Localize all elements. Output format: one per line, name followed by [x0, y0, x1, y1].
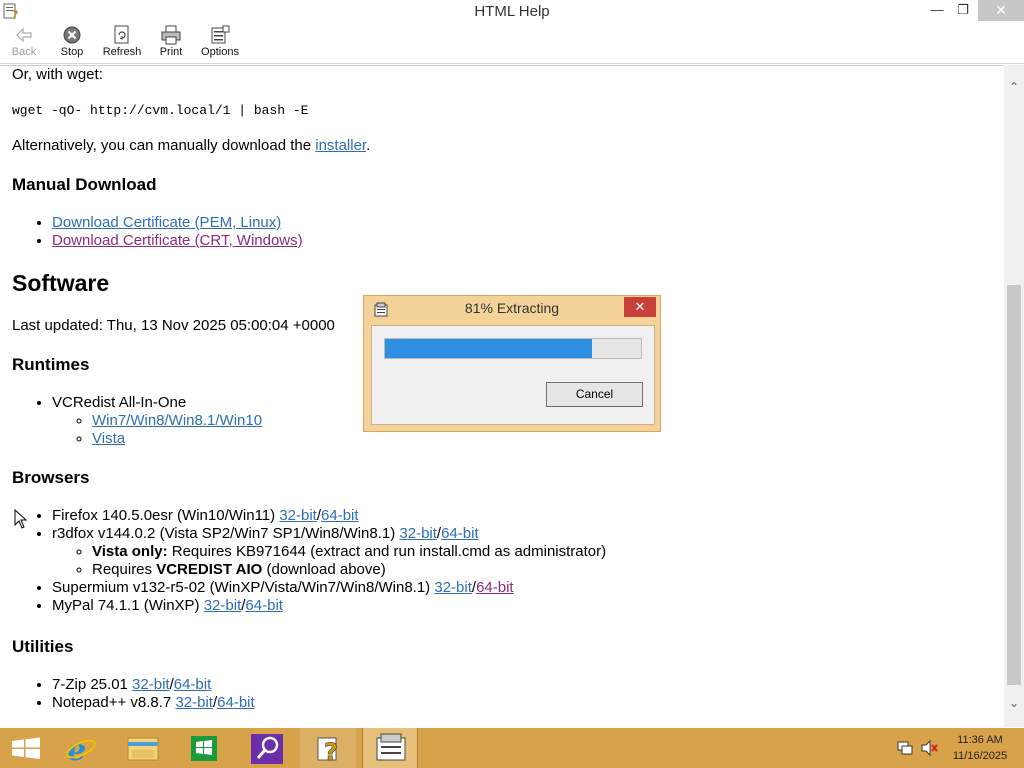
r3dfox-notes-sublist: Vista only: Requires KB971644 (extract a… [92, 543, 606, 579]
list-item: Download Certificate (CRT, Windows) [52, 232, 303, 250]
notepadpp-32bit-link[interactable]: 32-bit [175, 694, 213, 711]
last-updated-text: Last updated: Thu, 13 Nov 2025 05:00:04 … [12, 317, 335, 334]
utilities-list: 7-Zip 25.01 32-bit/64-bit Notepad++ v8.8… [52, 676, 255, 712]
windows-logo-icon [12, 737, 40, 759]
taskbar-search[interactable] [239, 728, 295, 768]
runtimes-heading: Runtimes [12, 355, 90, 374]
supermium-64bit-link[interactable]: 64-bit [476, 579, 514, 596]
download-cert-pem-link[interactable]: Download Certificate (PEM, Linux) [52, 214, 281, 231]
clock-date: 11/16/2025 [952, 750, 1008, 762]
volume-muted-icon [921, 739, 938, 757]
browsers-heading: Browsers [12, 468, 90, 487]
scrollbar-thumb[interactable] [1007, 285, 1021, 685]
taskbar-store[interactable] [176, 728, 232, 768]
internet-explorer-icon: e [66, 733, 96, 768]
taskbar: e ? 11:36 AM 11/16/2025 [0, 728, 1024, 768]
title-bar: ? HTML Help — ❐ ✕ [0, 0, 1024, 22]
refresh-button[interactable]: Refresh [100, 25, 144, 63]
taskbar-internet-explorer[interactable]: e [52, 728, 108, 768]
minimize-button[interactable]: — [924, 0, 950, 21]
print-button[interactable]: Print [154, 25, 188, 63]
system-clock[interactable]: 11:36 AM 11/16/2025 [944, 732, 1016, 764]
list-item: Firefox 140.5.0esr (Win10/Win11) 32-bit/… [52, 507, 606, 525]
vertical-scrollbar[interactable]: ⌃ ⌄ [1004, 65, 1024, 727]
sevenzip-32bit-link[interactable]: 32-bit [132, 676, 170, 693]
mypal-64bit-link[interactable]: 64-bit [245, 597, 283, 614]
search-icon [251, 734, 283, 764]
list-item: r3dfox v144.0.2 (Vista SP2/Win7 SP1/Win8… [52, 525, 606, 579]
extract-progress-bar [384, 338, 642, 359]
list-item: Vista [92, 430, 262, 448]
printer-icon [161, 25, 181, 45]
volume-tray-icon[interactable] [920, 728, 940, 768]
dialog-title: 81% Extracting [464, 300, 560, 316]
wget-command: wget -qO- http://cvm.local/1 | bash -E [12, 103, 309, 118]
help-question-icon: ? [317, 737, 338, 766]
taskbar-extractor[interactable] [362, 728, 418, 768]
store-icon [191, 736, 217, 761]
close-button[interactable]: ✕ [978, 0, 1024, 21]
notepadpp-64bit-link[interactable]: 64-bit [217, 694, 255, 711]
clock-time: 11:36 AM [957, 734, 1003, 746]
extracting-dialog: 81% Extracting ✕ Cancel [363, 295, 661, 432]
r3dfox-32bit-link[interactable]: 32-bit [399, 525, 437, 542]
alternative-paragraph: Alternatively, you can manually download… [12, 137, 371, 154]
mouse-cursor-icon [14, 509, 28, 529]
vcredist-win-link[interactable]: Win7/Win8/Win8.1/Win10 [92, 412, 262, 429]
firefox-32bit-link[interactable]: 32-bit [279, 507, 317, 524]
list-item: MyPal 74.1.1 (WinXP) 32-bit/64-bit [52, 597, 606, 615]
dialog-body: Cancel [371, 325, 655, 425]
svg-text:?: ? [324, 738, 338, 766]
runtimes-list: VCRedist All-In-One Win7/Win8/Win8.1/Win… [52, 394, 262, 448]
manual-download-heading: Manual Download [12, 175, 157, 194]
software-heading: Software [12, 270, 110, 296]
network-icon [897, 741, 913, 755]
start-button[interactable] [0, 728, 56, 768]
taskbar-file-explorer[interactable] [115, 728, 171, 768]
firefox-64bit-link[interactable]: 64-bit [321, 507, 359, 524]
scroll-up-icon[interactable]: ⌃ [1004, 77, 1024, 97]
options-button[interactable]: Options [198, 25, 242, 63]
dialog-close-button[interactable]: ✕ [624, 297, 656, 317]
mypal-32bit-link[interactable]: 32-bit [204, 597, 242, 614]
list-item: Notepad++ v8.8.7 32-bit/64-bit [52, 694, 255, 712]
supermium-32bit-link[interactable]: 32-bit [434, 579, 472, 596]
utilities-heading: Utilities [12, 637, 74, 656]
cancel-button[interactable]: Cancel [546, 382, 643, 407]
extractor-icon [376, 733, 406, 761]
list-item: Vista only: Requires KB971644 (extract a… [92, 543, 606, 561]
installer-link[interactable]: installer [315, 137, 366, 154]
list-item: Requires VCREDIST AIO (download above) [92, 561, 606, 579]
list-item: Download Certificate (PEM, Linux) [52, 214, 303, 232]
back-button[interactable]: Back [6, 25, 42, 63]
restore-button[interactable]: ❐ [950, 0, 976, 21]
folder-icon [127, 737, 159, 761]
list-item: 7-Zip 25.01 32-bit/64-bit [52, 676, 255, 694]
certificate-list: Download Certificate (PEM, Linux) Downlo… [52, 214, 303, 250]
scroll-down-icon[interactable]: ⌄ [1004, 693, 1024, 713]
list-item: Win7/Win8/Win8.1/Win10 [92, 412, 262, 430]
vcredist-vista-link[interactable]: Vista [92, 430, 125, 447]
download-cert-crt-link[interactable]: Download Certificate (CRT, Windows) [52, 232, 303, 249]
options-icon [211, 25, 230, 44]
taskbar-html-help[interactable]: ? [300, 728, 356, 768]
stop-icon [63, 26, 81, 44]
window-title: HTML Help [474, 3, 550, 20]
network-tray-icon[interactable] [896, 728, 916, 768]
list-item: Supermium v132-r5-02 (WinXP/Vista/Win7/W… [52, 579, 606, 597]
sevenzip-64bit-link[interactable]: 64-bit [174, 676, 212, 693]
stop-button[interactable]: Stop [54, 25, 90, 63]
toolbar: Back Stop Refresh Print Options [0, 22, 1024, 64]
wget-intro-text: Or, with wget: [12, 66, 103, 83]
progress-fill [385, 339, 593, 358]
refresh-icon [114, 25, 129, 44]
back-arrow-icon [16, 27, 32, 43]
r3dfox-64bit-link[interactable]: 64-bit [441, 525, 479, 542]
list-item: VCRedist All-In-One Win7/Win8/Win8.1/Win… [52, 394, 262, 448]
vcredist-sublist: Win7/Win8/Win8.1/Win10 Vista [92, 412, 262, 448]
browsers-list: Firefox 140.5.0esr (Win10/Win11) 32-bit/… [52, 507, 606, 615]
